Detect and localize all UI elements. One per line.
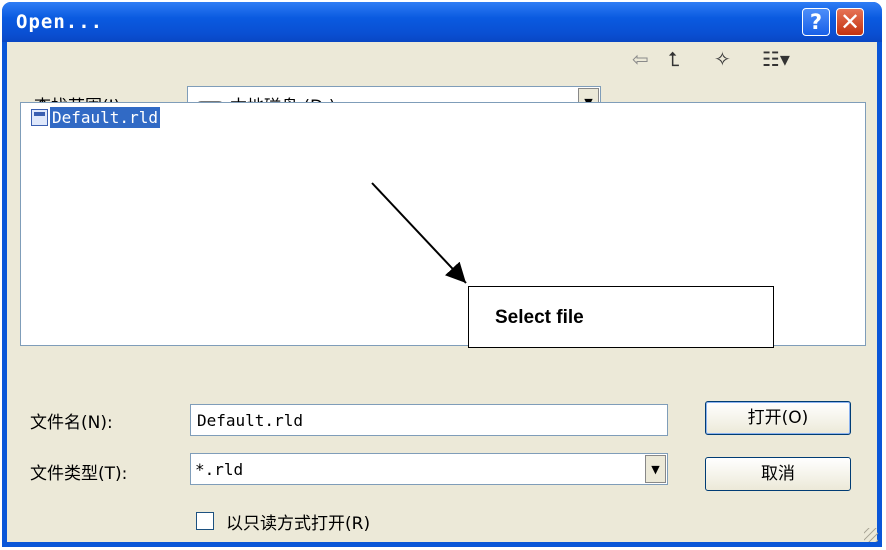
readonly-label: 以只读方式打开(R) [226,514,371,534]
filename-field[interactable] [190,404,668,436]
cancel-button[interactable]: 取消 [705,457,851,491]
resize-grip-icon[interactable] [864,528,878,542]
annotation-text: Select file [495,307,584,328]
filetype-dropdown[interactable]: *.rld ▼ [190,453,668,485]
filetype-label: 文件类型(T): [30,464,128,484]
open-button[interactable]: 打开(O) [705,401,851,435]
annotation-callout: Select file [468,286,774,348]
chevron-down-icon[interactable]: ▼ [645,455,666,483]
filename-label: 文件名(N): [30,413,113,433]
filename-input[interactable] [191,405,667,435]
readonly-checkbox[interactable] [196,512,214,530]
filetype-value: *.rld [195,460,244,479]
